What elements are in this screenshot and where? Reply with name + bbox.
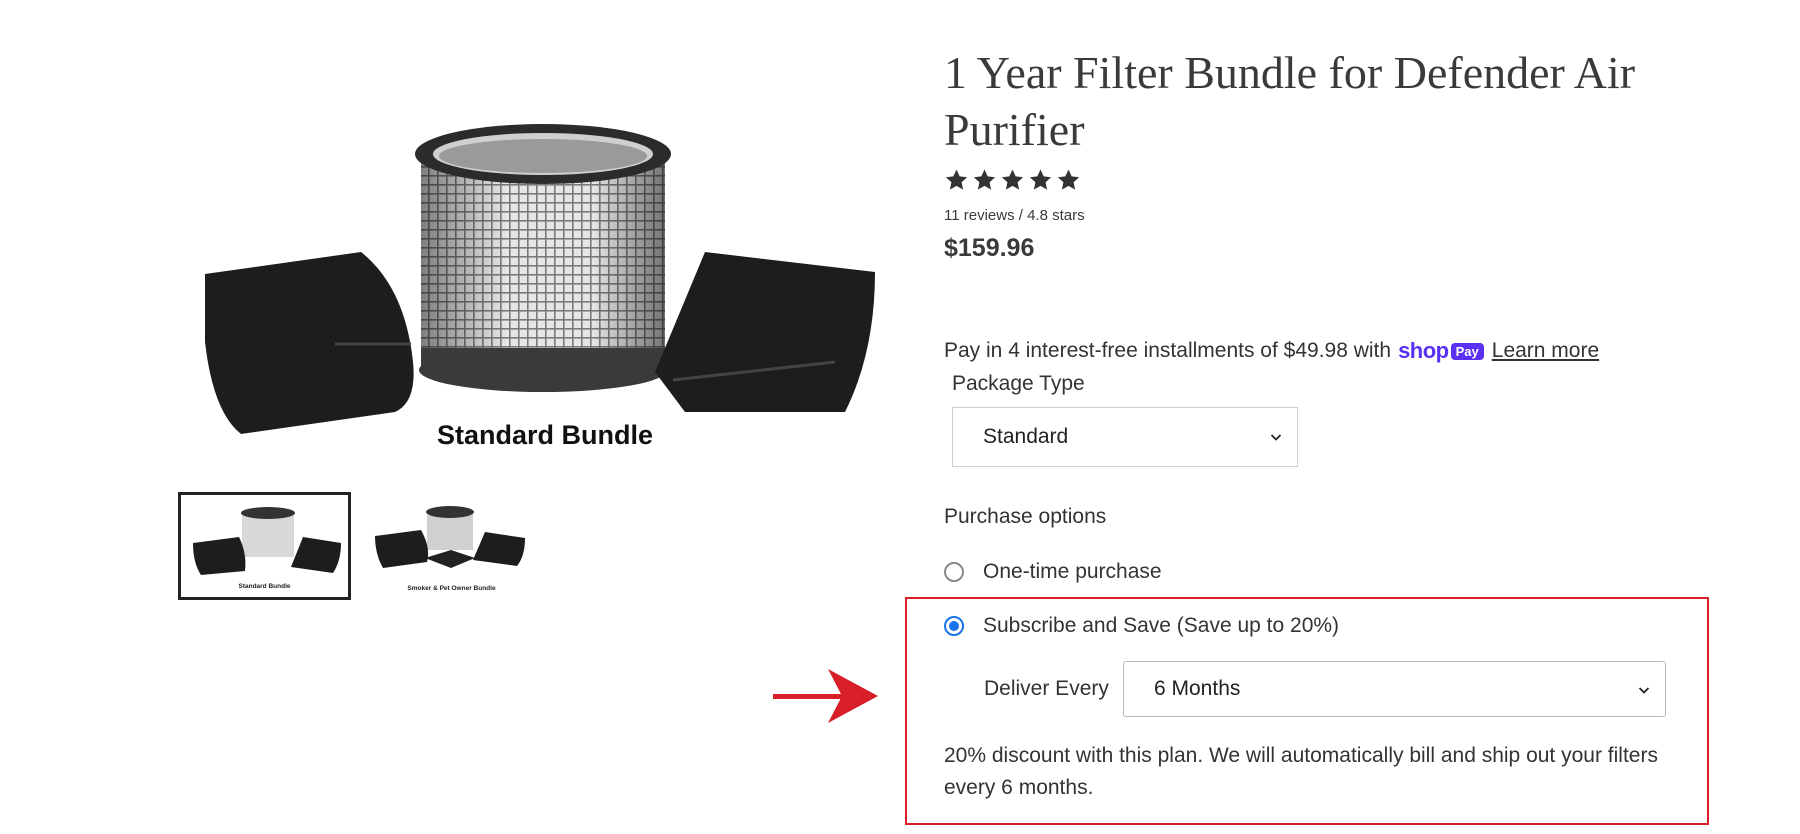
chevron-down-icon <box>1638 687 1650 694</box>
star-icon <box>973 169 996 190</box>
star-icon <box>1057 169 1080 190</box>
subscribe-label: Subscribe and Save (Save up to 20%) <box>983 614 1340 637</box>
package-type-select[interactable]: Standard <box>952 407 1298 467</box>
subscribe-radio[interactable] <box>944 616 964 636</box>
shop-pay-badge: Pay <box>1450 342 1484 360</box>
shop-pay-logo: shop Pay <box>1398 338 1484 364</box>
rating-stars[interactable] <box>944 168 1081 192</box>
one-time-label: One-time purchase <box>983 560 1162 583</box>
main-image-caption: Standard Bundle <box>436 420 653 450</box>
product-main-image[interactable] <box>185 112 905 472</box>
one-time-purchase-option[interactable]: One-time purchase <box>944 560 1162 584</box>
reviews-summary[interactable]: 11 reviews / 4.8 stars <box>944 207 1085 224</box>
subscribe-save-option[interactable]: Subscribe and Save (Save up to 20%) <box>944 614 1339 638</box>
one-time-radio[interactable] <box>944 562 964 582</box>
package-type-value: Standard <box>983 425 1069 448</box>
deliver-every-select[interactable]: 6 Months <box>1123 661 1666 717</box>
chevron-down-icon <box>1270 434 1282 441</box>
product-price: $159.96 <box>944 234 1035 262</box>
star-icon <box>1001 169 1024 190</box>
star-icon <box>1029 169 1052 190</box>
arrow-right-icon <box>770 666 880 731</box>
learn-more-link[interactable]: Learn more <box>1492 339 1599 363</box>
thumbnail-caption: Standard Bundle <box>238 583 291 590</box>
installments-text: Pay in 4 interest-free installments of $… <box>944 339 1392 362</box>
deliver-every-label: Deliver Every <box>984 677 1109 700</box>
purchase-options-label: Purchase options <box>944 505 1107 528</box>
shop-pay-installments: Pay in 4 interest-free installments of $… <box>944 338 1599 364</box>
thumbnail-caption: Smoker & Pet Owner Bundle <box>407 585 496 592</box>
deliver-every-value: 6 Months <box>1154 677 1241 700</box>
thumbnail-standard-bundle[interactable]: Standard Bundle <box>178 492 351 600</box>
shop-pay-word: shop <box>1398 338 1449 363</box>
star-icon <box>945 169 968 190</box>
package-type-label: Package Type <box>952 372 1085 395</box>
plan-description: 20% discount with this plan. We will aut… <box>944 744 1658 799</box>
product-title: 1 Year Filter Bundle for Defender Air Pu… <box>944 47 1636 155</box>
thumbnail-smoker-pet-bundle[interactable]: Smoker & Pet Owner Bundle <box>365 492 538 600</box>
